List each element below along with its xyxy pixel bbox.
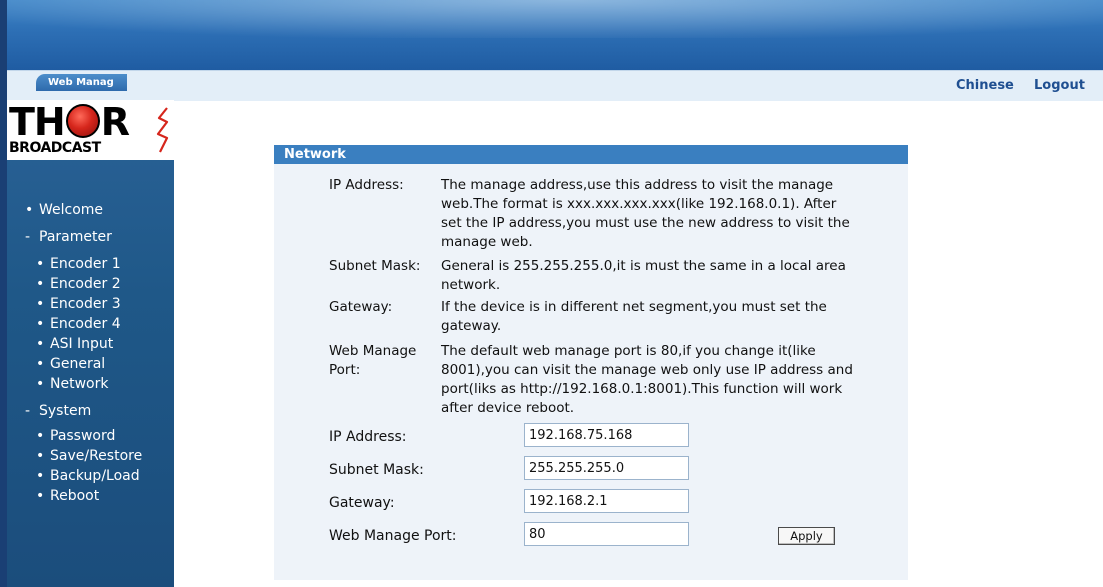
- apply-button[interactable]: Apply: [778, 527, 835, 545]
- gateway-label: Gateway:: [329, 495, 395, 511]
- help-label-gateway: Gateway:: [329, 299, 393, 315]
- bullet-icon: •: [36, 336, 45, 352]
- sidebar-item-backup-load[interactable]: • Backup/Load: [36, 468, 140, 484]
- sidebar-item-encoder-2[interactable]: • Encoder 2: [36, 276, 121, 292]
- bullet-icon: •: [36, 468, 45, 484]
- help-text-port: The default web manage port is 80,if you…: [441, 343, 853, 416]
- network-panel: Network IP Address: The manage address,u…: [274, 145, 908, 580]
- gateway-input[interactable]: [524, 489, 689, 513]
- logo-wordmark: TH R: [9, 100, 130, 144]
- sidebar-item-asi-input[interactable]: • ASI Input: [36, 336, 113, 352]
- ip-address-input[interactable]: [524, 423, 689, 447]
- sidebar-item-general[interactable]: • General: [36, 356, 105, 372]
- chinese-link[interactable]: Chinese: [956, 78, 1014, 93]
- bullet-icon: •: [36, 488, 45, 504]
- sidebar-item-encoder-3[interactable]: • Encoder 3: [36, 296, 121, 312]
- sidebar-group-system[interactable]: - System: [25, 403, 91, 419]
- sidebar-group-parameter[interactable]: - Parameter: [25, 229, 112, 245]
- bullet-icon: •: [36, 376, 45, 392]
- globe-icon: [65, 104, 100, 138]
- help-label-port: Web Manage Port:: [329, 343, 417, 378]
- bullet-icon: •: [36, 356, 45, 372]
- bullet-icon: •: [36, 448, 45, 464]
- collapse-dash-icon: -: [25, 229, 31, 245]
- sidebar-item-reboot[interactable]: • Reboot: [36, 488, 99, 504]
- sidebar: TH R BROADCAST • Welcome - Parameter • Encod…: [7, 100, 174, 587]
- help-text-gateway: If the device is in different net segmen…: [441, 299, 827, 334]
- lightning-bolt-icon: [156, 107, 169, 153]
- top-banner: [7, 0, 1103, 70]
- sidebar-item-encoder-1[interactable]: • Encoder 1: [36, 256, 121, 272]
- sidebar-item-password[interactable]: • Password: [36, 428, 115, 444]
- web-manage-tab[interactable]: Web Manag: [36, 74, 127, 91]
- sidebar-item-save-restore[interactable]: • Save/Restore: [36, 448, 142, 464]
- bullet-icon: •: [36, 276, 45, 292]
- bullet-icon: •: [36, 256, 45, 272]
- web-manage-port-input[interactable]: [524, 522, 689, 546]
- sidebar-item-network[interactable]: • Network: [36, 376, 108, 392]
- subnet-mask-label: Subnet Mask:: [329, 462, 424, 478]
- left-edge-bar: [0, 0, 7, 587]
- subnet-mask-input[interactable]: [524, 456, 689, 480]
- logout-link[interactable]: Logout: [1034, 78, 1085, 93]
- panel-title: Network: [274, 145, 908, 164]
- logo-subtitle: BROADCAST: [9, 140, 101, 156]
- help-label-ip: IP Address:: [329, 177, 404, 193]
- web-manage-port-label: Web Manage Port:: [329, 528, 457, 544]
- ip-address-label: IP Address:: [329, 429, 407, 445]
- sidebar-item-welcome[interactable]: • Welcome: [25, 202, 103, 218]
- help-label-mask: Subnet Mask:: [329, 258, 421, 274]
- help-text-mask: General is 255.255.255.0,it is must the …: [441, 258, 846, 293]
- bullet-icon: •: [25, 202, 34, 218]
- thor-broadcast-logo: TH R BROADCAST: [7, 100, 174, 160]
- bullet-icon: •: [36, 296, 45, 312]
- collapse-dash-icon: -: [25, 403, 31, 419]
- top-menu-bar: Web Manag Chinese Logout: [7, 70, 1103, 101]
- bullet-icon: •: [36, 428, 45, 444]
- bullet-icon: •: [36, 316, 45, 332]
- sidebar-item-encoder-4[interactable]: • Encoder 4: [36, 316, 121, 332]
- help-text-ip: The manage address,use this address to v…: [441, 177, 850, 250]
